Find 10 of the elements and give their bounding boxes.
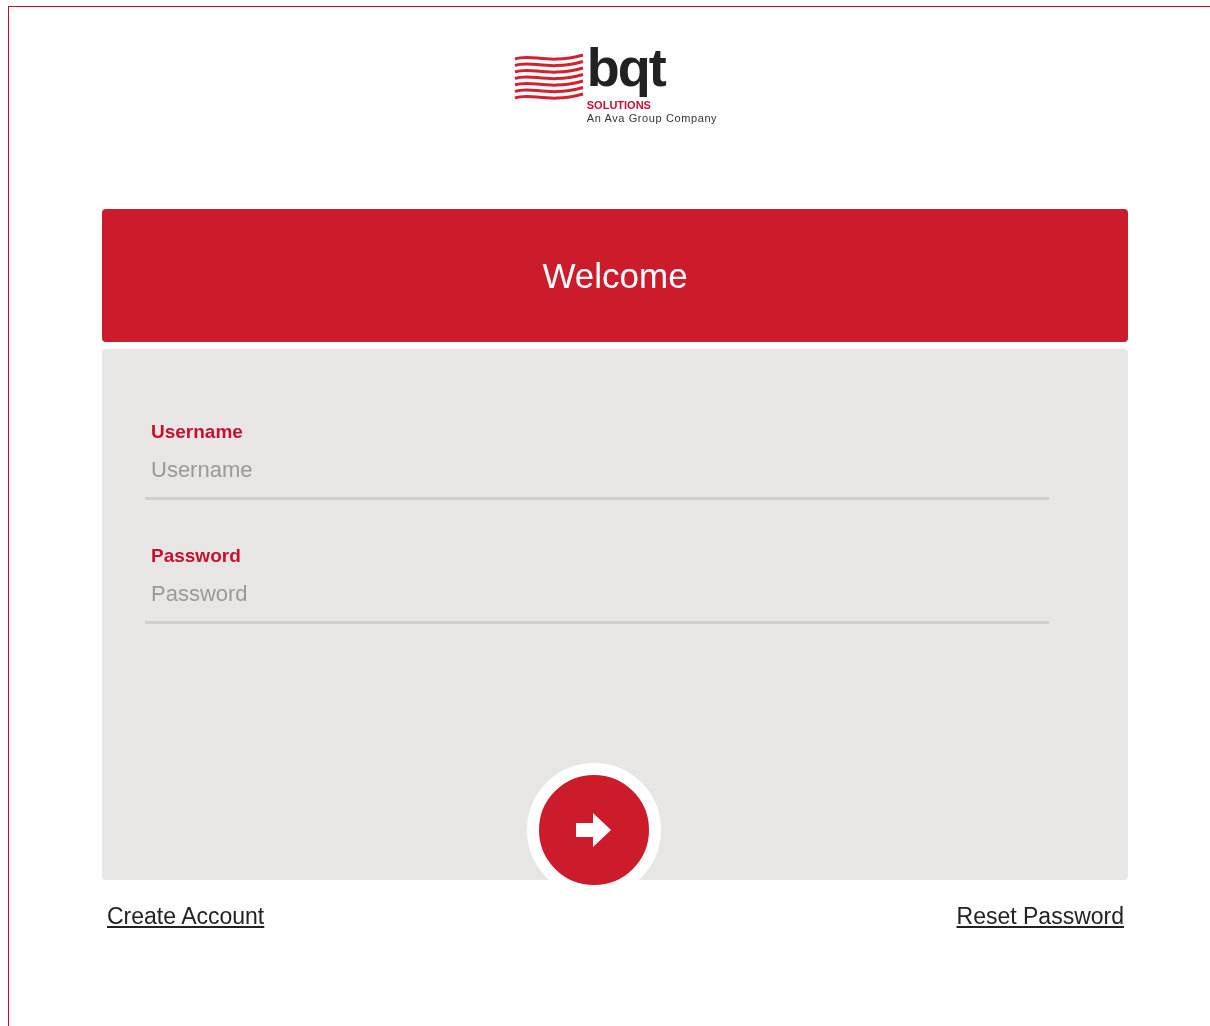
- password-field[interactable]: Password: [145, 571, 1049, 624]
- reset-password-link[interactable]: Reset Password: [956, 903, 1124, 930]
- arrow-right-icon: [576, 813, 612, 847]
- field-label: Password: [151, 545, 242, 567]
- field-label: Username: [151, 421, 244, 443]
- logo-tagline: An Ava Group Company: [586, 112, 718, 124]
- create-account-link[interactable]: Create Account: [107, 903, 265, 930]
- logo-subtitle: SOLUTIONS: [586, 99, 651, 111]
- welcome-title: Welcome: [542, 255, 688, 296]
- username-field[interactable]: Username: [145, 447, 1049, 500]
